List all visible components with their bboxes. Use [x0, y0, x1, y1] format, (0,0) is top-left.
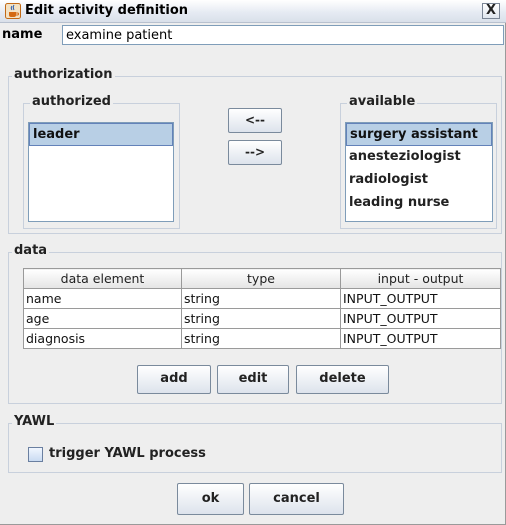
table-cell[interactable]: age: [23, 308, 182, 329]
move-right-button[interactable]: -->: [228, 140, 282, 165]
table-cell[interactable]: diagnosis: [23, 328, 182, 349]
table-cell[interactable]: INPUT_OUTPUT: [340, 308, 501, 329]
edit-activity-dialog: Edit activity definition X name authoriz…: [0, 0, 506, 525]
cancel-button[interactable]: cancel: [249, 483, 344, 515]
add-button[interactable]: add: [137, 365, 211, 394]
table-row[interactable]: name string INPUT_OUTPUT: [23, 288, 501, 309]
column-header-type[interactable]: type: [181, 268, 341, 289]
java-cup-icon: [5, 3, 21, 19]
table-cell[interactable]: INPUT_OUTPUT: [340, 328, 501, 349]
list-item[interactable]: surgery assistant: [346, 123, 492, 146]
table-row[interactable]: diagnosis string INPUT_OUTPUT: [23, 328, 501, 349]
authorized-list[interactable]: leader: [28, 122, 174, 222]
table-header-row: data element type input - output: [23, 268, 501, 289]
table-cell[interactable]: string: [181, 288, 341, 309]
table-cell[interactable]: string: [181, 328, 341, 349]
column-header-input-output[interactable]: input - output: [340, 268, 501, 289]
name-label: name: [2, 27, 43, 42]
list-item[interactable]: radiologist: [346, 169, 492, 192]
table-row[interactable]: age string INPUT_OUTPUT: [23, 308, 501, 329]
available-title: available: [347, 94, 418, 109]
trigger-yawl-checkbox[interactable]: [28, 447, 43, 462]
yawl-title: YAWL: [12, 414, 57, 429]
table-cell[interactable]: INPUT_OUTPUT: [340, 288, 501, 309]
authorized-title: authorized: [30, 94, 113, 109]
authorization-title: authorization: [12, 67, 115, 82]
window-title: Edit activity definition: [25, 3, 189, 18]
list-item[interactable]: anesteziologist: [346, 146, 492, 169]
list-item[interactable]: leader: [29, 123, 173, 146]
data-table[interactable]: data element type input - output name st…: [23, 268, 501, 349]
list-item[interactable]: leading nurse: [346, 192, 492, 215]
close-icon: X: [485, 3, 497, 18]
delete-button[interactable]: delete: [296, 365, 389, 394]
title-bar[interactable]: Edit activity definition X: [0, 0, 506, 23]
trigger-yawl-label[interactable]: trigger YAWL process: [49, 446, 206, 461]
table-cell[interactable]: name: [23, 288, 182, 309]
name-field[interactable]: [62, 25, 504, 45]
available-list[interactable]: surgery assistant anesteziologist radiol…: [345, 122, 493, 222]
ok-button[interactable]: ok: [177, 483, 244, 515]
move-left-button[interactable]: <--: [228, 108, 282, 133]
table-cell[interactable]: string: [181, 308, 341, 329]
edit-button[interactable]: edit: [217, 365, 289, 394]
close-button[interactable]: X: [482, 3, 500, 19]
column-header-data-element[interactable]: data element: [23, 268, 182, 289]
data-title: data: [12, 243, 50, 258]
